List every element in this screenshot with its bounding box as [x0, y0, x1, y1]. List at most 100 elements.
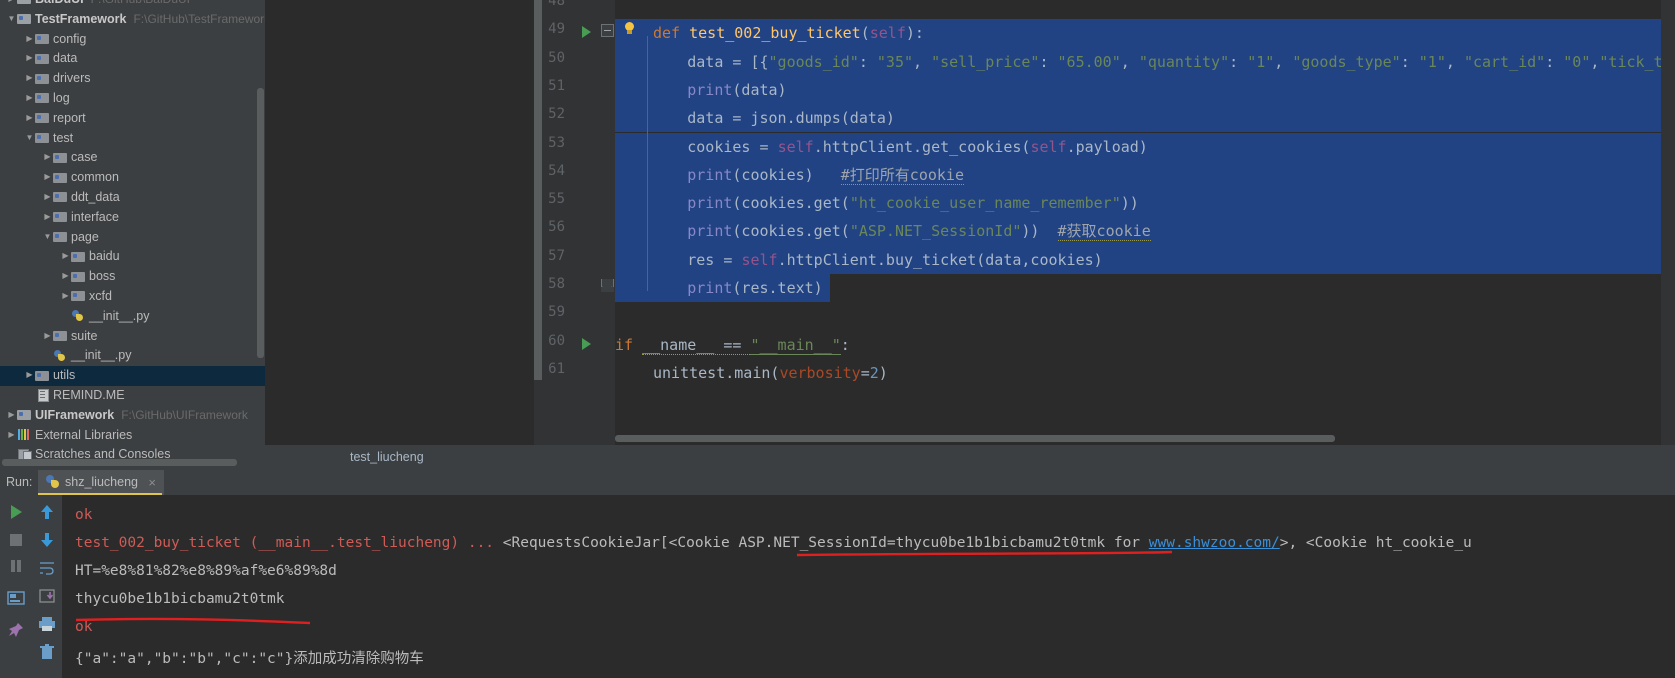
tree-horizontal-scrollbar[interactable] [0, 459, 265, 466]
console-toggle-icon[interactable] [7, 589, 25, 607]
code-line[interactable]: data = [{"goods_id": "35", "sell_price":… [615, 48, 1675, 76]
tree-item-__init__.py[interactable]: __init__.py [0, 346, 265, 366]
tree-item-label: data [53, 51, 78, 66]
library-icon [17, 428, 32, 441]
chevron-right-icon[interactable]: ▶ [42, 326, 53, 346]
chevron-right-icon[interactable]: ▶ [24, 29, 35, 49]
chevron-right-icon[interactable]: ▶ [60, 286, 71, 306]
run-toolbar-left[interactable] [0, 495, 31, 678]
folder-icon [35, 369, 50, 382]
code-line[interactable]: print(res.text) [615, 274, 822, 302]
tree-vertical-scrollbar[interactable] [256, 0, 265, 470]
chevron-right-icon[interactable]: ▶ [6, 0, 17, 9]
pause-icon[interactable] [7, 557, 25, 575]
tree-item-suite[interactable]: ▶ suite [0, 327, 265, 347]
code-line[interactable]: def test_002_buy_ticket(self): [615, 19, 924, 47]
project-tool-window[interactable]: ▶ BaiDuUI F:\GitHub\BaiDuUI ▼ TestFramework F… [0, 0, 265, 470]
pin-icon[interactable] [7, 621, 25, 639]
tree-item-drivers[interactable]: ▶ drivers [0, 69, 265, 89]
code-line[interactable]: cookies = self.httpClient.get_cookies(se… [615, 133, 1148, 161]
chevron-right-icon[interactable]: ▶ [60, 246, 71, 266]
tree-item-log[interactable]: ▶ log [0, 89, 265, 109]
chevron-right-icon[interactable]: ▶ [42, 167, 53, 187]
tree-item-__init__.py[interactable]: __init__.py [0, 307, 265, 327]
chevron-right-icon[interactable]: ▶ [24, 48, 35, 68]
tree-item-case[interactable]: ▶ case [0, 148, 265, 168]
editor-hscroll-thumb[interactable] [615, 435, 1335, 442]
console-output[interactable]: ok test_002_buy_ticket (__main__.test_liu… [62, 495, 1675, 678]
tree-item-data[interactable]: ▶ data [0, 49, 265, 69]
tree-item-utils[interactable]: ▶ utils [0, 366, 265, 386]
editor-code-area[interactable]: def test_002_buy_ticket(self): data = [{… [615, 0, 1675, 445]
tree-item-path: F:\GitHub\TestFramework [133, 11, 265, 26]
code-line[interactable]: data = json.dumps(data) [615, 104, 895, 132]
chevron-down-icon[interactable]: ▼ [24, 128, 35, 148]
chevron-right-icon[interactable]: ▶ [6, 425, 17, 445]
code-line[interactable]: if __name__ == "__main__": [615, 331, 850, 359]
rerun-icon[interactable] [7, 503, 25, 521]
tree-item-ddt_data[interactable]: ▶ ddt_data [0, 188, 265, 208]
fold-collapse-icon[interactable] [601, 24, 614, 38]
chevron-right-icon[interactable]: ▶ [42, 147, 53, 167]
tree-item-interface[interactable]: ▶ interface [0, 208, 265, 228]
trash-icon[interactable] [38, 643, 56, 661]
code-line[interactable]: print(cookies.get("ASP.NET_SessionId")) … [615, 217, 1151, 245]
editor-error-stripe[interactable] [1661, 0, 1675, 445]
chevron-right-icon[interactable]: ▶ [42, 187, 53, 207]
tree-item-remind.me[interactable]: REMIND.ME [0, 386, 265, 406]
tree-item-baidu[interactable]: ▶ baidu [0, 247, 265, 267]
tree-item-boss[interactable]: ▶ boss [0, 267, 265, 287]
tree-item-config[interactable]: ▶ config [0, 30, 265, 50]
folder-icon [35, 111, 50, 124]
tree-item-xcfd[interactable]: ▶ xcfd [0, 287, 265, 307]
code-line[interactable]: print(cookies) #打印所有cookie [615, 161, 964, 189]
run-label: Run: [6, 475, 33, 489]
editor-horizontal-scrollbar[interactable] [615, 435, 1675, 442]
folder-icon [53, 210, 68, 223]
breadcrumb-label[interactable]: test_liucheng [350, 450, 424, 464]
run-tab-shz-liucheng[interactable]: shz_liucheng × [38, 470, 164, 495]
code-line[interactable]: res = self.httpClient.buy_ticket(data,co… [615, 246, 1102, 274]
chevron-right-icon[interactable]: ▶ [24, 365, 35, 385]
chevron-right-icon[interactable]: ▶ [24, 108, 35, 128]
chevron-right-icon[interactable]: ▶ [60, 266, 71, 286]
editor-gutter[interactable]: 48 49 50 51 52 53 54 55 56 57 58 59 60 61 [542, 0, 615, 445]
tree-item-label: boss [89, 269, 116, 284]
tree-item-testframework[interactable]: ▼ TestFramework F:\GitHub\TestFramework [0, 10, 265, 30]
line-number: 57 [548, 247, 565, 264]
code-line[interactable]: unittest.main(verbosity=2) [615, 359, 888, 387]
tree-item-external-libraries[interactable]: ▶ External Libraries [0, 426, 265, 446]
tree-vscroll-thumb[interactable] [257, 88, 264, 358]
run-gutter-icon[interactable] [580, 25, 594, 39]
run-gutter-icon[interactable] [580, 337, 594, 351]
code-line[interactable]: print(cookies.get("ht_cookie_user_name_r… [615, 189, 1139, 217]
chevron-right-icon[interactable]: ▶ [24, 68, 35, 88]
chevron-right-icon[interactable]: ▶ [6, 405, 17, 425]
folder-icon [71, 270, 86, 283]
tree-item-baiduui[interactable]: ▶ BaiDuUI F:\GitHub\BaiDuUI [0, 0, 265, 10]
chevron-right-icon[interactable]: ▶ [42, 207, 53, 227]
breadcrumb[interactable]: test_liucheng [265, 445, 1675, 470]
export-icon[interactable] [38, 587, 56, 605]
code-line[interactable]: print(data) [615, 76, 786, 104]
print-icon[interactable] [38, 615, 56, 633]
folder-module-icon [17, 12, 32, 25]
chevron-down-icon[interactable]: ▼ [42, 227, 53, 247]
code-editor[interactable]: 48 49 50 51 52 53 54 55 56 57 58 59 60 61 def test_00… [265, 0, 1675, 445]
run-toolbar-right[interactable] [31, 495, 62, 678]
close-icon[interactable]: × [148, 470, 156, 495]
tree-item-test[interactable]: ▼ test [0, 129, 265, 149]
chevron-right-icon[interactable]: ▶ [24, 88, 35, 108]
scroll-up-icon[interactable] [38, 503, 56, 521]
fold-region-end-icon[interactable] [601, 279, 614, 292]
line-number: 50 [548, 49, 565, 66]
chevron-down-icon[interactable]: ▼ [6, 9, 17, 29]
tree-item-uiframework[interactable]: ▶ UIFramework F:\GitHub\UIFramework [0, 406, 265, 426]
stop-icon[interactable] [7, 531, 25, 549]
soft-wrap-icon[interactable] [38, 559, 56, 577]
scroll-down-icon[interactable] [38, 531, 56, 549]
tree-item-page[interactable]: ▼ page [0, 228, 265, 248]
tree-item-common[interactable]: ▶ common [0, 168, 265, 188]
tree-item-report[interactable]: ▶ report [0, 109, 265, 129]
tree-hscroll-thumb[interactable] [2, 459, 237, 466]
